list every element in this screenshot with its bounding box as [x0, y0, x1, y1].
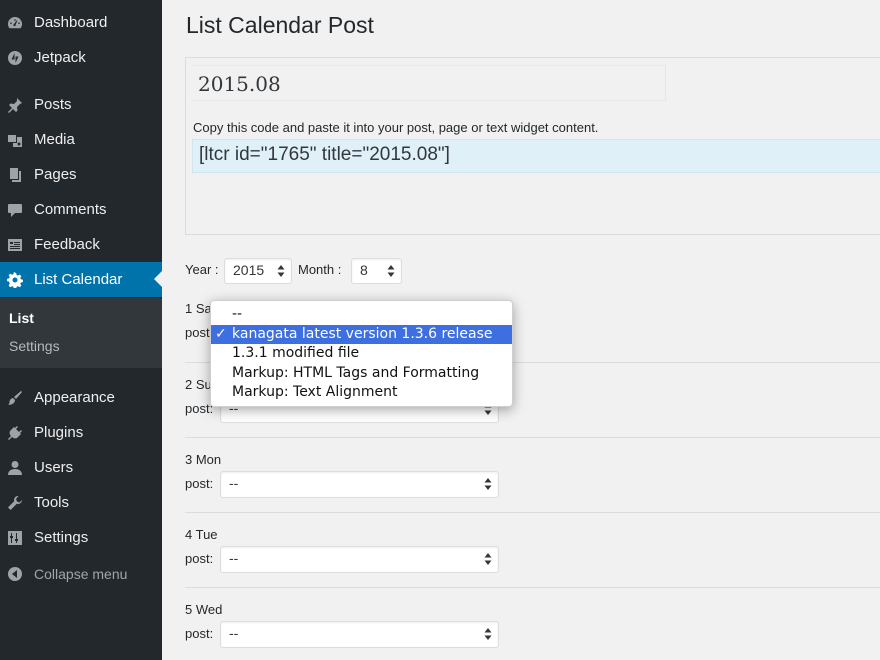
jetpack-icon — [7, 50, 23, 66]
feedback-icon — [7, 237, 23, 253]
post-title-input[interactable]: 2015.08 — [191, 65, 666, 101]
post-label: post: — [185, 325, 214, 340]
dropdown-option-label: 1.3.1 modified file — [232, 345, 360, 361]
updown-arrows-icon — [277, 264, 285, 278]
dropdown-option[interactable]: Markup: HTML Tags and Formatting — [211, 364, 512, 383]
submenu-item-list[interactable]: List — [9, 310, 34, 326]
day-label: 5 Wed — [185, 602, 223, 617]
collapse-menu-label: Collapse menu — [34, 565, 128, 582]
menu-item-comments[interactable]: Comments — [0, 192, 162, 227]
brush-icon — [7, 390, 23, 406]
menu-label-settings: Settings — [34, 529, 89, 546]
post-label: post: — [185, 551, 214, 566]
menu-item-list-calendar[interactable]: List Calendar — [0, 262, 162, 297]
day-label: 3 Mon — [185, 452, 222, 467]
media-icon — [7, 132, 23, 148]
menu-item-plugins[interactable]: Plugins — [0, 415, 162, 450]
dropdown-option[interactable]: Markup: Text Alignment — [211, 383, 512, 402]
menu-label-pages: Pages — [34, 166, 77, 183]
admin-sidebar: Dashboard Jetpack Posts Media Pages Comm… — [0, 0, 162, 660]
menu-label-users: Users — [34, 459, 74, 476]
dropdown-option-label: kanagata latest version 1.3.6 release — [232, 326, 493, 342]
day-post-select-value: -- — [229, 625, 239, 641]
post-label: post: — [185, 401, 214, 416]
menu-item-tools[interactable]: Tools — [0, 485, 162, 520]
user-icon — [7, 460, 23, 476]
month-select-value: 8 — [360, 262, 368, 278]
month-label: Month : — [298, 262, 342, 277]
pin-icon — [7, 97, 23, 113]
menu-item-posts[interactable]: Posts — [0, 87, 162, 122]
wrench-icon — [7, 495, 23, 511]
year-select[interactable]: 2015 — [224, 258, 292, 284]
menu-item-media[interactable]: Media — [0, 122, 162, 157]
gear-icon — [7, 271, 23, 288]
settings-sliders-icon — [7, 530, 23, 546]
day-post-select[interactable]: -- — [220, 471, 499, 498]
divider — [185, 587, 880, 588]
menu-item-pages[interactable]: Pages — [0, 157, 162, 192]
menu-label-dashboard: Dashboard — [34, 14, 108, 31]
divider — [185, 512, 880, 513]
comment-icon — [7, 202, 23, 218]
dropdown-option-label: Markup: Text Alignment — [232, 384, 398, 400]
post-label: post: — [185, 476, 214, 491]
menu-item-feedback[interactable]: Feedback — [0, 227, 162, 262]
menu-label-list-calendar: List Calendar — [34, 271, 123, 288]
list-calendar-submenu: List Settings — [0, 298, 162, 368]
updown-arrows-icon — [484, 552, 492, 566]
menu-label-plugins: Plugins — [34, 424, 84, 441]
menu-label-posts: Posts — [34, 96, 72, 113]
shortcode-field[interactable]: [ltcr id="1765" title="2015.08"] — [192, 139, 880, 173]
updown-arrows-icon — [484, 477, 492, 491]
year-select-value: 2015 — [233, 262, 265, 278]
dashboard-icon — [7, 15, 23, 31]
year-label: Year : — [185, 262, 219, 277]
day-label: 4 Tue — [185, 527, 218, 542]
menu-label-jetpack: Jetpack — [34, 49, 86, 66]
menu-label-media: Media — [34, 131, 75, 148]
day-post-select-value: -- — [229, 550, 239, 566]
month-select[interactable]: 8 — [351, 258, 402, 284]
dropdown-option-selected[interactable]: ✓ kanagata latest version 1.3.6 release — [211, 325, 512, 344]
menu-label-comments: Comments — [34, 201, 107, 218]
dropdown-option-label: -- — [232, 306, 243, 322]
checkmark-icon: ✓ — [215, 326, 227, 342]
updown-arrows-icon — [484, 627, 492, 641]
day-post-select[interactable]: -- — [220, 621, 499, 648]
post-select-dropdown[interactable]: -- ✓ kanagata latest version 1.3.6 relea… — [210, 300, 513, 407]
collapse-menu-button[interactable]: Collapse menu — [0, 556, 162, 591]
post-label: post: — [185, 626, 214, 641]
menu-label-feedback: Feedback — [34, 236, 100, 253]
pages-icon — [7, 167, 23, 183]
menu-item-dashboard[interactable]: Dashboard — [0, 5, 162, 40]
menu-item-users[interactable]: Users — [0, 450, 162, 485]
divider — [185, 437, 880, 438]
updown-arrows-icon — [387, 264, 395, 278]
menu-item-appearance[interactable]: Appearance — [0, 380, 162, 415]
day-post-select[interactable]: -- — [220, 546, 499, 573]
dropdown-option[interactable]: -- — [211, 305, 512, 324]
submenu-item-settings[interactable]: Settings — [9, 338, 60, 354]
dropdown-option[interactable]: 1.3.1 modified file — [211, 344, 512, 363]
plug-icon — [7, 425, 23, 441]
menu-item-jetpack[interactable]: Jetpack — [0, 40, 162, 75]
page-title: List Calendar Post — [186, 12, 374, 38]
menu-label-tools: Tools — [34, 494, 70, 511]
dropdown-option-label: Markup: HTML Tags and Formatting — [232, 365, 480, 381]
menu-label-appearance: Appearance — [34, 389, 115, 406]
menu-item-settings[interactable]: Settings — [0, 520, 162, 555]
copy-hint-text: Copy this code and paste it into your po… — [193, 120, 599, 135]
day-post-select-value: -- — [229, 475, 239, 491]
collapse-icon — [7, 566, 23, 582]
